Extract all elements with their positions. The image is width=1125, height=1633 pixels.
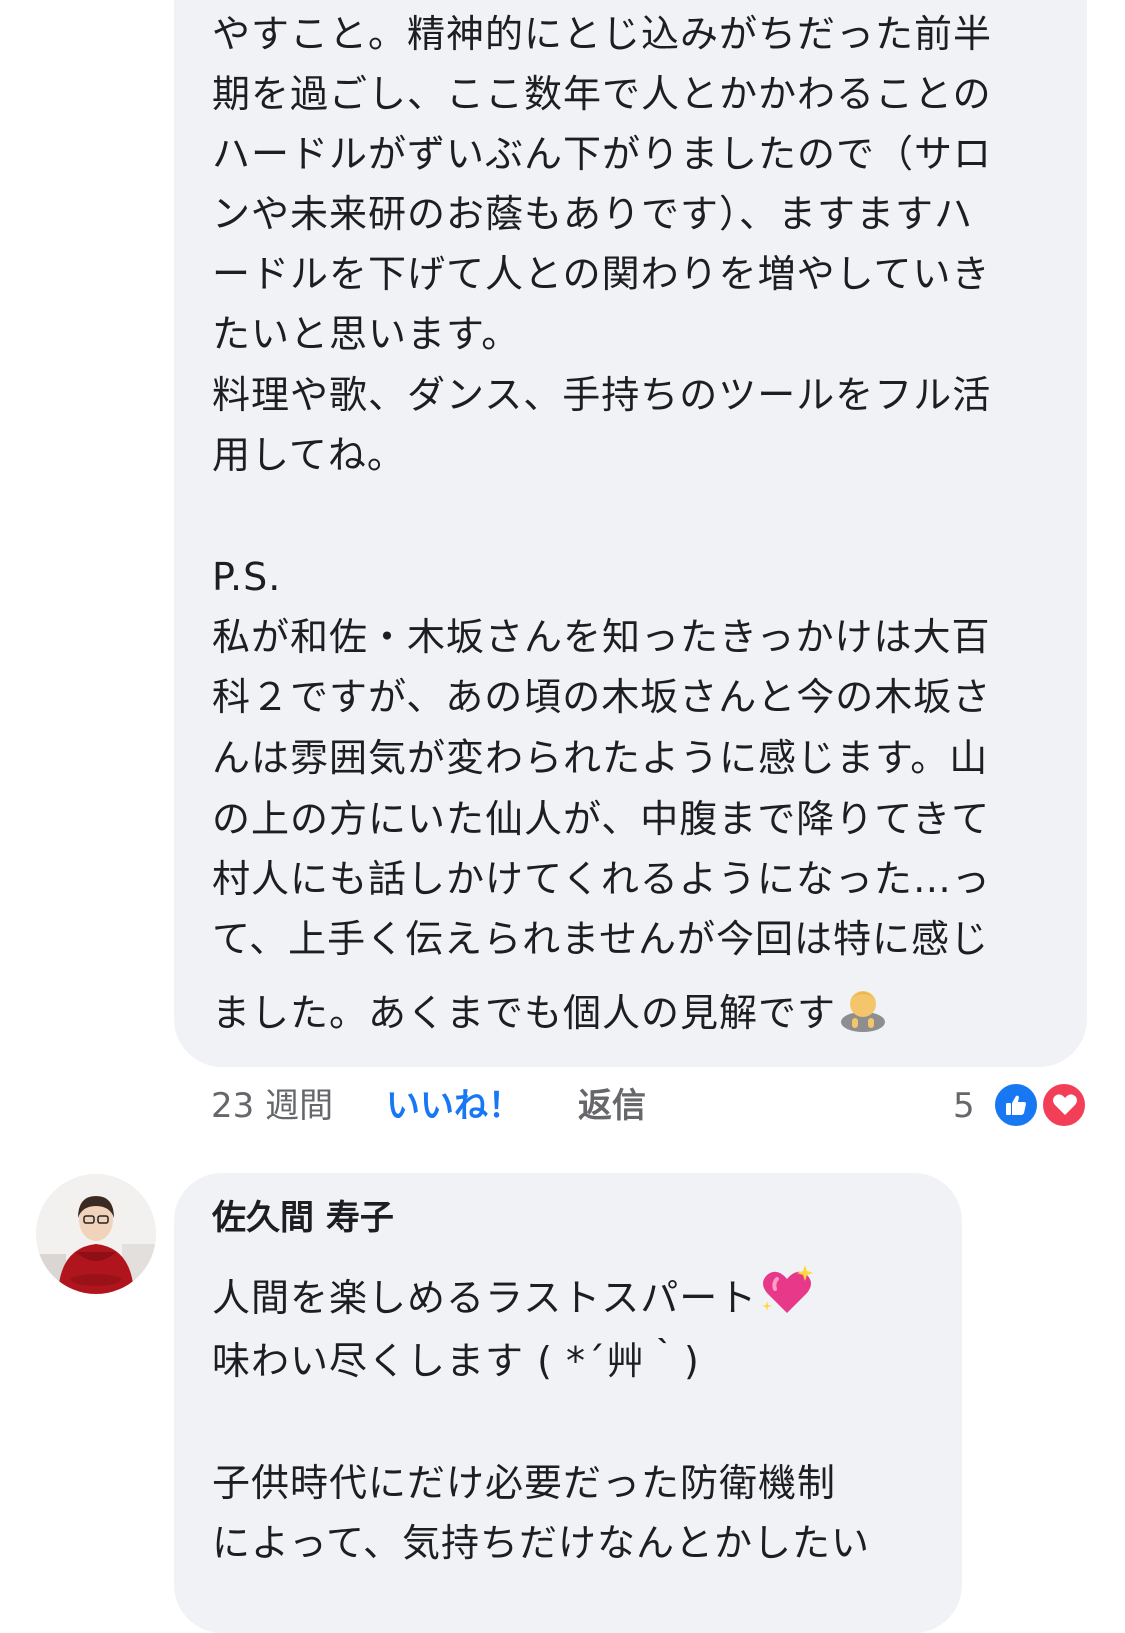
comment-author[interactable]: 佐久間 寿子 — [212, 1193, 394, 1243]
reply-button[interactable]: 返信 — [578, 1078, 646, 1134]
comment-text-line: P.S. — [212, 555, 282, 599]
comment-text: 人間を楽しめるラストスパート — [212, 1276, 758, 1320]
comment-text-line: やすこと。精神的にとじ込みがちだった前半 — [212, 12, 993, 56]
comment-text-line: 村人にも話しかけてくれるようになった…っ — [212, 857, 991, 901]
comment-text-line: んは雰囲気が変わられたように感じます。山 — [212, 736, 989, 780]
comment-text-line: て、上手く伝えられませんが今回は特に感じ — [212, 917, 989, 961]
comment-text-line: 用してね。 — [212, 433, 406, 477]
comment-text-line: たいと思います。 — [212, 312, 521, 356]
comment-bubble: 佐久間 寿子 人間を楽しめるラストスパート 味わい尽くします ( *´艸｀) 子… — [174, 1173, 962, 1633]
avatar[interactable] — [36, 1174, 156, 1294]
comment-text-line: 科２ですが、あの頃の木坂さんと今の木坂さ — [212, 675, 992, 719]
comment-text-line: の上の方にいた仙人が、中腹まで降りてきて — [212, 797, 991, 841]
comment-bubble: やすこと。精神的にとじ込みがちだった前半 期を過ごし、ここ数年で人とかかわること… — [174, 0, 1087, 1067]
sparkling-heart-icon — [759, 1265, 815, 1334]
comment-text-last: ました。あくまでも個人の見解です — [212, 991, 837, 1035]
comment-text-line: 料理や歌、ダンス、手持ちのツールをフル活 — [212, 373, 992, 417]
love-icon[interactable] — [1040, 1081, 1088, 1129]
comment-timestamp: 23 週間 — [211, 1086, 334, 1126]
comment-text-line: 味わい尽くします ( *´艸｀) — [212, 1339, 700, 1383]
comment-text-line: 人間を楽しめるラストスパート — [212, 1265, 815, 1334]
comment-text-line: ハードルがずいぶん下がりましたので（サロ — [212, 132, 993, 176]
comment-text-line: ードルを下げて人との関わりを増やしていき — [212, 252, 991, 296]
comment-text-line: 期を過ごし、ここ数年で人とかかわることの — [212, 72, 992, 116]
comment-text-line: 子供時代にだけ必要だった防衛機制 — [212, 1461, 837, 1505]
like-button[interactable]: いいね！ — [386, 1078, 522, 1134]
comment-text-line: によって、気持ちだけなんとかしたい — [212, 1521, 871, 1565]
comment-text-line: ンや未来研のお蔭もありです）、ますますハ — [212, 192, 974, 236]
reaction-count[interactable]: 5 — [953, 1078, 975, 1134]
comment-text-line: ました。あくまでも個人の見解です — [212, 982, 888, 1049]
like-icon[interactable] — [992, 1081, 1040, 1129]
bowing-person-icon — [838, 982, 888, 1049]
comment-text-line: 私が和佐・木坂さんを知ったきっかけは大百 — [212, 615, 991, 659]
